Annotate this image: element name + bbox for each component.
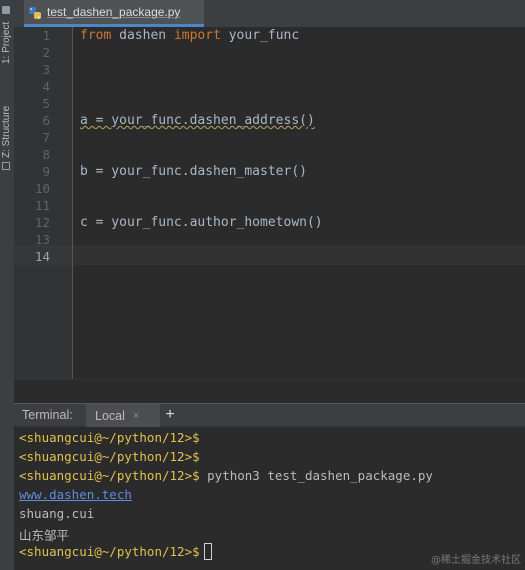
terminal-output-line: shuang.cui — [19, 506, 95, 521]
code-line-6: a = your_func.dashen_address() — [80, 113, 315, 128]
file-tab[interactable]: test_dashen_package.py — [24, 0, 204, 27]
terminal-tab-local[interactable]: Local × — [86, 404, 160, 427]
current-line-highlight — [73, 245, 525, 265]
terminal-title: Terminal: — [22, 408, 73, 422]
terminal-output[interactable]: <shuangcui@~/python/12>$ <shuangcui@~/py… — [14, 427, 525, 570]
file-tab-label: test_dashen_package.py — [47, 5, 181, 19]
terminal-prompt: <shuangcui@~/python/12>$ — [19, 468, 200, 483]
panel-splitter[interactable] — [14, 379, 525, 404]
add-terminal-button[interactable]: + — [160, 405, 180, 425]
project-tool-label: 1: Project — [1, 21, 12, 64]
line-number: 4 — [42, 79, 50, 94]
keyword-from: from — [80, 28, 112, 43]
line-number: 5 — [42, 96, 50, 111]
terminal-line: <shuangcui@~/python/12>$ — [19, 430, 200, 445]
line-number: 7 — [42, 130, 50, 145]
line-number: 11 — [34, 198, 50, 213]
folder-icon — [2, 6, 10, 14]
line-number: 8 — [42, 147, 50, 162]
watermark: @稀土掘金技术社区 — [431, 555, 521, 566]
terminal-prompt: <shuangcui@~/python/12>$ — [19, 544, 200, 559]
code-editor[interactable]: from dashen import your_func a = your_fu… — [73, 27, 525, 379]
current-line-number: 14 — [34, 249, 50, 264]
terminal-link[interactable]: www.dashen.tech — [19, 487, 132, 502]
line-number-gutter: 1 2 3 4 5 6 7 8 9 10 11 12 13 14 — [14, 27, 73, 379]
structure-tool-tab[interactable]: Z: Structure — [0, 96, 14, 174]
terminal-header: Terminal: Local × + — [14, 403, 525, 427]
terminal-line: <shuangcui@~/python/12>$ python3 test_da… — [19, 468, 433, 483]
terminal-command: python3 test_dashen_package.py — [199, 468, 433, 483]
terminal-cursor — [203, 543, 212, 560]
keyword-import: import — [173, 28, 221, 43]
close-icon[interactable]: × — [133, 410, 139, 422]
line-number: 6 — [42, 113, 50, 128]
line-number: 12 — [34, 215, 50, 230]
structure-icon — [2, 162, 10, 170]
terminal-line: <shuangcui@~/python/12>$ — [19, 543, 212, 560]
python-file-icon — [28, 5, 42, 19]
line-number: 3 — [42, 62, 50, 77]
code-line-1: from dashen import your_func — [80, 28, 299, 43]
terminal-line: <shuangcui@~/python/12>$ — [19, 449, 200, 464]
line-number: 1 — [42, 28, 50, 43]
terminal-prompt: <shuangcui@~/python/12>$ — [19, 449, 200, 464]
code-line-9: b = your_func.dashen_master() — [80, 164, 307, 179]
line-number: 10 — [34, 181, 50, 196]
module-name: dashen — [111, 28, 174, 43]
structure-tool-label: Z: Structure — [1, 105, 12, 158]
line-number: 13 — [34, 232, 50, 247]
terminal-output-line: 山东邹平 — [19, 528, 70, 543]
line-number: 9 — [42, 164, 50, 179]
line-number: 2 — [42, 45, 50, 60]
imported-name: your_func — [220, 28, 300, 43]
editor-tab-bar: test_dashen_package.py — [14, 0, 525, 28]
terminal-prompt: <shuangcui@~/python/12>$ — [19, 430, 200, 445]
project-tool-tab[interactable]: 1: Project — [0, 2, 14, 66]
code-line-12: c = your_func.author_hometown() — [80, 215, 323, 230]
terminal-tab-label: Local — [95, 408, 125, 423]
terminal-line: www.dashen.tech — [19, 487, 132, 502]
left-tool-strip: 1: Project Z: Structure — [0, 0, 15, 570]
